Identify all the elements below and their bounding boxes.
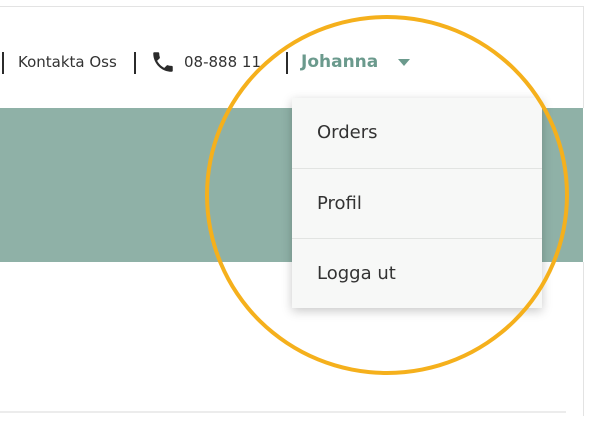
divider — [2, 52, 4, 74]
chevron-down-icon[interactable] — [398, 59, 410, 66]
menu-item-label: Orders — [317, 122, 378, 143]
frame-top-border — [0, 6, 584, 7]
menu-item-profile[interactable]: Profil — [292, 168, 542, 239]
section-divider — [0, 411, 566, 413]
divider — [286, 52, 288, 74]
contact-link[interactable]: Kontakta Oss — [18, 53, 117, 71]
menu-item-label: Profil — [317, 193, 362, 214]
page-margin — [583, 108, 600, 262]
divider — [134, 52, 136, 74]
user-menu-toggle[interactable]: Johanna — [301, 52, 378, 72]
menu-item-logout[interactable]: Logga ut — [292, 238, 542, 309]
phone-number[interactable]: 08-888 11 — [184, 53, 261, 71]
user-dropdown-menu: Orders Profil Logga ut — [292, 98, 542, 308]
menu-item-label: Logga ut — [317, 263, 396, 284]
phone-icon — [153, 52, 173, 72]
menu-item-orders[interactable]: Orders — [292, 98, 542, 168]
top-bar: Kontakta Oss 08-888 11 Johanna — [0, 46, 600, 80]
